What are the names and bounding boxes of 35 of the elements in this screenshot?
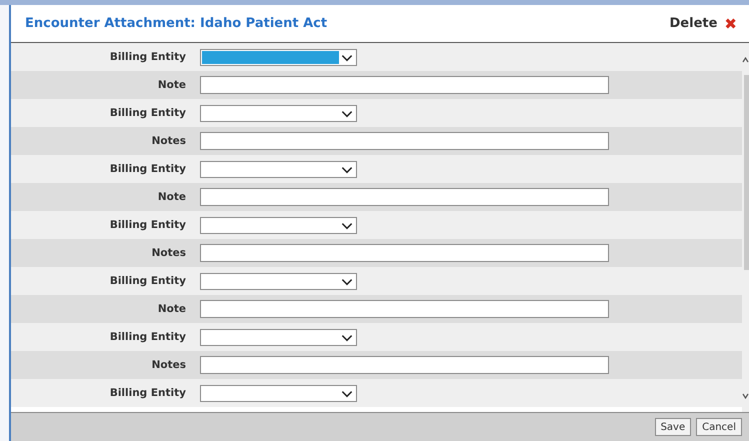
dropdown-field[interactable] <box>200 384 357 402</box>
field-label: Billing Entity <box>108 387 187 399</box>
input-field[interactable] <box>200 300 609 318</box>
field-label: Notes <box>150 135 187 147</box>
dropdown-field[interactable] <box>200 104 357 122</box>
dialog-title: Encounter Attachment: Idaho Patient Act <box>25 16 328 31</box>
field-label: Billing Entity <box>108 51 187 63</box>
scrollbar-thumb[interactable] <box>744 75 749 270</box>
dialog-button[interactable]: Cancel <box>696 418 742 436</box>
field-label: Note <box>156 191 187 203</box>
field-label: Note <box>156 303 187 315</box>
scroll-down-icon[interactable] <box>742 393 749 399</box>
dialog-button[interactable]: Save <box>654 418 692 436</box>
input-field[interactable] <box>200 188 609 206</box>
field-label: Billing Entity <box>108 107 187 119</box>
field-label: Billing Entity <box>108 219 187 231</box>
input-field[interactable] <box>200 132 609 150</box>
scroll-up-icon[interactable] <box>742 57 749 63</box>
field-label: Billing Entity <box>108 331 187 343</box>
input-field[interactable] <box>200 244 609 262</box>
field-label: Billing Entity <box>108 163 187 175</box>
delete-icon[interactable]: ✖ <box>724 14 737 32</box>
delete-label[interactable]: Delete <box>670 16 718 31</box>
dropdown-field[interactable] <box>200 216 357 234</box>
field-label: Note <box>156 79 187 91</box>
input-field[interactable] <box>200 76 609 94</box>
scrollbar[interactable] <box>742 43 749 412</box>
dropdown-field[interactable] <box>200 48 357 66</box>
input-field[interactable] <box>200 356 609 374</box>
field-label: Billing Entity <box>108 275 187 287</box>
field-label: Notes <box>150 247 187 259</box>
field-label: Notes <box>150 359 187 371</box>
dropdown-field[interactable] <box>200 160 357 178</box>
dropdown-field[interactable] <box>200 272 357 290</box>
dropdown-field[interactable] <box>200 328 357 346</box>
